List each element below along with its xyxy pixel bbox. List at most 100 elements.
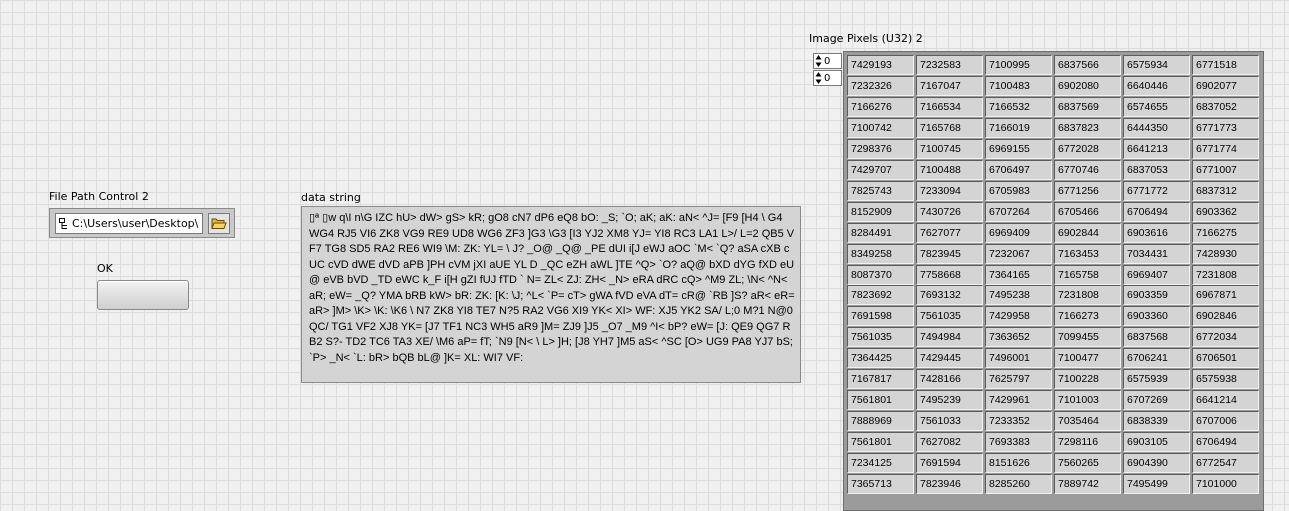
array-cell[interactable]: 7100228 (1054, 369, 1121, 389)
array-cell[interactable]: 7627082 (916, 432, 983, 452)
array-cell[interactable]: 6837053 (1123, 160, 1190, 180)
array-cell[interactable]: 8285260 (985, 474, 1052, 494)
array-cell[interactable]: 6903105 (1123, 432, 1190, 452)
array-cell[interactable]: 6837312 (1192, 181, 1259, 201)
array-cell[interactable]: 7163453 (1054, 244, 1121, 264)
array-cell[interactable]: 6903359 (1123, 285, 1190, 305)
array-cell[interactable]: 6969409 (985, 223, 1052, 243)
ok-button[interactable] (97, 280, 189, 310)
array-cell[interactable]: 7823692 (847, 285, 914, 305)
array-cell[interactable]: 6771774 (1192, 139, 1259, 159)
array-cell[interactable]: 7428930 (1192, 244, 1259, 264)
array-cell[interactable]: 6574655 (1123, 97, 1190, 117)
array-cell[interactable]: 7429961 (985, 390, 1052, 410)
array-cell[interactable]: 6706497 (985, 160, 1052, 180)
array-cell[interactable]: 7363652 (985, 327, 1052, 347)
array-cell[interactable]: 7232326 (847, 76, 914, 96)
array-cell[interactable]: 7429707 (847, 160, 914, 180)
array-cell[interactable]: 7560265 (1054, 453, 1121, 473)
array-cell[interactable]: 7167817 (847, 369, 914, 389)
array-cell[interactable]: 7101000 (1192, 474, 1259, 494)
array-cell[interactable]: 6902844 (1054, 223, 1121, 243)
array-cell[interactable]: 7561035 (847, 327, 914, 347)
array-cell[interactable]: 7495238 (985, 285, 1052, 305)
array-cell[interactable]: 6706494 (1192, 432, 1259, 452)
array-cell[interactable]: 7035464 (1054, 411, 1121, 431)
array-cell[interactable]: 7231808 (1192, 265, 1259, 285)
array-cell[interactable]: 7429193 (847, 55, 914, 75)
array-cell[interactable]: 7495239 (916, 390, 983, 410)
array-cell[interactable]: 6772034 (1192, 327, 1259, 347)
array-cell[interactable]: 6706501 (1192, 348, 1259, 368)
array-cell[interactable]: 7889742 (1054, 474, 1121, 494)
array-cell[interactable]: 7100742 (847, 118, 914, 138)
array-cell[interactable]: 8087370 (847, 265, 914, 285)
array-cell[interactable]: 6772028 (1054, 139, 1121, 159)
array-cell[interactable]: 6837569 (1054, 97, 1121, 117)
array-cell[interactable]: 6705466 (1054, 202, 1121, 222)
image-pixels-array[interactable]: 7429193 7232583 7100995 6837566 6575934 67715… (843, 51, 1264, 511)
array-cell[interactable]: 6771772 (1123, 181, 1190, 201)
array-cell[interactable]: 7758668 (916, 265, 983, 285)
array-cell[interactable]: 7494984 (916, 327, 983, 347)
file-path-input[interactable]: C:\Users\user\Desktop\ (55, 213, 203, 234)
array-cell[interactable]: 6903360 (1123, 306, 1190, 326)
array-cell[interactable]: 7364425 (847, 348, 914, 368)
array-cell[interactable]: 6837052 (1192, 97, 1259, 117)
array-cell[interactable]: 7429445 (916, 348, 983, 368)
array-cell[interactable]: 7166275 (1192, 223, 1259, 243)
array-cell[interactable]: 7233352 (985, 411, 1052, 431)
array-cell[interactable]: 7298376 (847, 139, 914, 159)
array-cell[interactable]: 7034431 (1123, 244, 1190, 264)
array-cell[interactable]: 7693132 (916, 285, 983, 305)
array-cell[interactable]: 6969155 (985, 139, 1052, 159)
array-cell[interactable]: 8284491 (847, 223, 914, 243)
array-cell[interactable]: 6969407 (1123, 265, 1190, 285)
array-cell[interactable]: 7165758 (1054, 265, 1121, 285)
array-cell[interactable]: 7100745 (916, 139, 983, 159)
array-cell[interactable]: 6641214 (1192, 390, 1259, 410)
array-cell[interactable]: 8152909 (847, 202, 914, 222)
array-cell[interactable]: 7364165 (985, 265, 1052, 285)
browse-button[interactable] (208, 213, 230, 234)
array-cell[interactable]: 7823946 (916, 474, 983, 494)
array-cell[interactable]: 7625797 (985, 369, 1052, 389)
array-cell[interactable]: 6837823 (1054, 118, 1121, 138)
array-cell[interactable]: 6444350 (1123, 118, 1190, 138)
array-cell[interactable]: 7561801 (847, 432, 914, 452)
array-cell[interactable]: 7561035 (916, 306, 983, 326)
array-cell[interactable]: 7166532 (985, 97, 1052, 117)
array-cell[interactable]: 6707264 (985, 202, 1052, 222)
row-index-control[interactable]: 0 (813, 53, 842, 69)
array-cell[interactable]: 6706494 (1123, 202, 1190, 222)
array-cell[interactable]: 7561801 (847, 390, 914, 410)
array-cell[interactable]: 6902846 (1192, 306, 1259, 326)
array-cell[interactable]: 6770746 (1054, 160, 1121, 180)
array-cell[interactable]: 7100483 (985, 76, 1052, 96)
array-cell[interactable]: 7888969 (847, 411, 914, 431)
array-cell[interactable]: 6903362 (1192, 202, 1259, 222)
array-cell[interactable]: 7428166 (916, 369, 983, 389)
array-cell[interactable]: 7100477 (1054, 348, 1121, 368)
array-cell[interactable]: 7100488 (916, 160, 983, 180)
array-cell[interactable]: 8151626 (985, 453, 1052, 473)
array-cell[interactable]: 7100995 (985, 55, 1052, 75)
array-cell[interactable]: 6904390 (1123, 453, 1190, 473)
array-cell[interactable]: 7496001 (985, 348, 1052, 368)
array-cell[interactable]: 6772547 (1192, 453, 1259, 473)
array-cell[interactable]: 7232583 (916, 55, 983, 75)
array-cell[interactable]: 7101003 (1054, 390, 1121, 410)
array-cell[interactable]: 6707269 (1123, 390, 1190, 410)
array-cell[interactable]: 7561033 (916, 411, 983, 431)
array-cell[interactable]: 7166276 (847, 97, 914, 117)
array-cell[interactable]: 6771256 (1054, 181, 1121, 201)
array-cell[interactable]: 6707006 (1192, 411, 1259, 431)
array-cell[interactable]: 7232067 (985, 244, 1052, 264)
array-cell[interactable]: 6641213 (1123, 139, 1190, 159)
array-cell[interactable]: 7823945 (916, 244, 983, 264)
array-cell[interactable]: 7166273 (1054, 306, 1121, 326)
array-cell[interactable]: 6575939 (1123, 369, 1190, 389)
array-cell[interactable]: 6771518 (1192, 55, 1259, 75)
array-cell[interactable]: 6706241 (1123, 348, 1190, 368)
array-cell[interactable]: 7365713 (847, 474, 914, 494)
